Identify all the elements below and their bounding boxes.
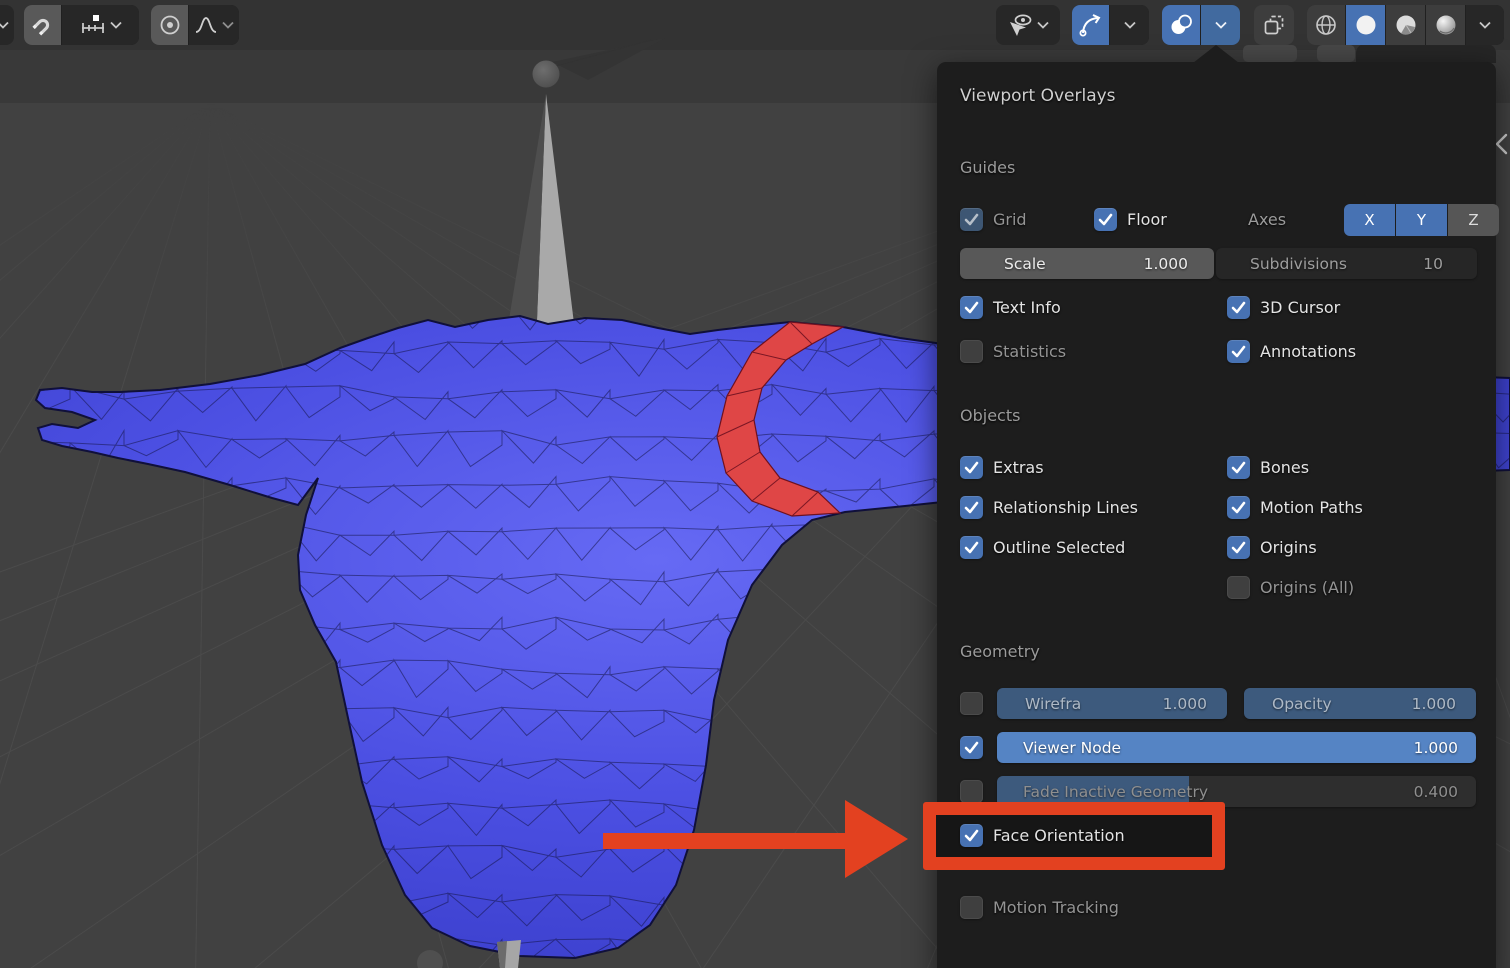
checkbox-floor[interactable]: Floor: [1094, 208, 1167, 231]
shading-solid-icon: [1354, 13, 1378, 37]
floor-label: Floor: [1127, 210, 1167, 229]
shading-material-button[interactable]: [1386, 5, 1425, 45]
checkbox-outline-selected[interactable]: Outline Selected: [960, 536, 1125, 559]
shading-wireframe-icon: [1314, 13, 1338, 37]
checkbox-grid[interactable]: Grid: [960, 208, 1027, 231]
gizmos-arc-icon: [1079, 13, 1103, 37]
checkbox-statistics[interactable]: Statistics: [960, 340, 1066, 363]
gizmos-group: [1072, 5, 1149, 45]
chevron-down-icon: [222, 21, 234, 29]
chevron-down-icon: [1037, 21, 1049, 29]
checkbox-origins-all[interactable]: Origins (All): [1227, 572, 1354, 603]
proportional-edit-group: [151, 5, 239, 45]
axes-toggle-group: X Y Z: [1344, 204, 1499, 236]
section-objects: Objects: [960, 406, 1020, 425]
overlays-dropdown-button[interactable]: [1201, 5, 1240, 45]
chevron-down-icon: [110, 21, 122, 29]
chevron-down-icon: [1479, 21, 1491, 29]
chevron-down-icon: [1215, 21, 1227, 29]
viewer-node-slider[interactable]: Viewer Node1.000: [997, 732, 1476, 763]
proportional-edit-button[interactable]: [151, 5, 188, 45]
shading-rendered-icon: [1434, 13, 1458, 37]
checkbox-origins[interactable]: Origins: [1227, 532, 1317, 563]
shading-material-icon: [1394, 13, 1418, 37]
opacity-slider[interactable]: Opacity1.000: [1244, 688, 1476, 719]
magnet-icon: [32, 14, 54, 36]
toolbar-right: [996, 5, 1504, 45]
axis-z-button[interactable]: Z: [1448, 204, 1499, 236]
axes-label: Axes: [1248, 210, 1286, 229]
show-gizmo-button[interactable]: [996, 5, 1060, 45]
chevron-down-icon: [0, 21, 9, 29]
checkbox-extras[interactable]: Extras: [960, 456, 1044, 479]
checkbox-relationship-lines[interactable]: Relationship Lines: [960, 496, 1138, 519]
blender-window: Viewport Overlays Guides Grid Floor Axes…: [0, 0, 1510, 968]
gizmos-dropdown-button[interactable]: [1110, 5, 1149, 45]
proportional-circle-icon: [159, 14, 181, 36]
snap-target-button[interactable]: [62, 5, 139, 45]
overlays-group: [1162, 5, 1240, 45]
gizmo-pointer-eye-icon: [1007, 13, 1033, 37]
snap-group: [24, 5, 139, 45]
panel-title: Viewport Overlays: [960, 86, 1116, 106]
show-overlays-button[interactable]: [1162, 5, 1200, 45]
axis-x-button[interactable]: X: [1344, 204, 1395, 236]
toolbar-left: [0, 5, 239, 45]
xray-squares-icon: [1262, 13, 1286, 37]
shading-wireframe-button[interactable]: [1307, 5, 1345, 45]
shading-rendered-button[interactable]: [1426, 5, 1465, 45]
hidden-button-remnant: [1317, 45, 1355, 62]
gizmo-group: [996, 5, 1060, 45]
partial-tool-button[interactable]: [0, 5, 14, 45]
checkbox-text-info[interactable]: Text Info: [960, 296, 1061, 319]
checkbox-face-orientation[interactable]: Face Orientation: [960, 824, 1125, 847]
toggle-xray-button[interactable]: [1254, 5, 1294, 45]
checkbox-wireframe[interactable]: [960, 692, 983, 715]
chevron-down-icon: [1124, 21, 1136, 29]
xray-group: [1254, 5, 1294, 45]
checkbox-fade-inactive[interactable]: [960, 780, 983, 803]
checkbox-annotations[interactable]: Annotations: [1227, 336, 1356, 367]
snap-toggle-button[interactable]: [24, 5, 61, 45]
section-geometry: Geometry: [960, 642, 1040, 661]
snap-increment-icon: [80, 13, 106, 37]
shading-dropdown-button[interactable]: [1466, 5, 1504, 45]
scale-slider[interactable]: Scale1.000: [960, 248, 1214, 279]
axis-y-button[interactable]: Y: [1396, 204, 1447, 236]
falloff-curve-icon: [194, 15, 218, 35]
shading-group: [1307, 5, 1504, 45]
checkbox-motion-paths[interactable]: Motion Paths: [1227, 492, 1363, 523]
grid-label: Grid: [993, 210, 1027, 229]
show-gizmos-button[interactable]: [1072, 5, 1109, 45]
overlays-circles-icon: [1169, 13, 1193, 37]
checkbox-bones[interactable]: Bones: [1227, 452, 1309, 483]
checkbox-viewer-node[interactable]: [960, 736, 983, 759]
hidden-button-remnant: [1243, 45, 1297, 62]
wireframe-slider[interactable]: Wirefra1.000: [997, 688, 1227, 719]
hidden-panel-remnant: [1356, 44, 1496, 63]
viewport-overlays-panel: Viewport Overlays Guides Grid Floor Axes…: [937, 62, 1496, 968]
falloff-button[interactable]: [189, 5, 239, 45]
checkbox-motion-tracking[interactable]: Motion Tracking: [960, 896, 1119, 919]
subdivisions-field[interactable]: Subdivisions10: [1216, 248, 1477, 279]
shading-solid-button[interactable]: [1346, 5, 1385, 45]
checkbox-3d-cursor[interactable]: 3D Cursor: [1227, 292, 1340, 323]
section-guides: Guides: [960, 158, 1015, 177]
